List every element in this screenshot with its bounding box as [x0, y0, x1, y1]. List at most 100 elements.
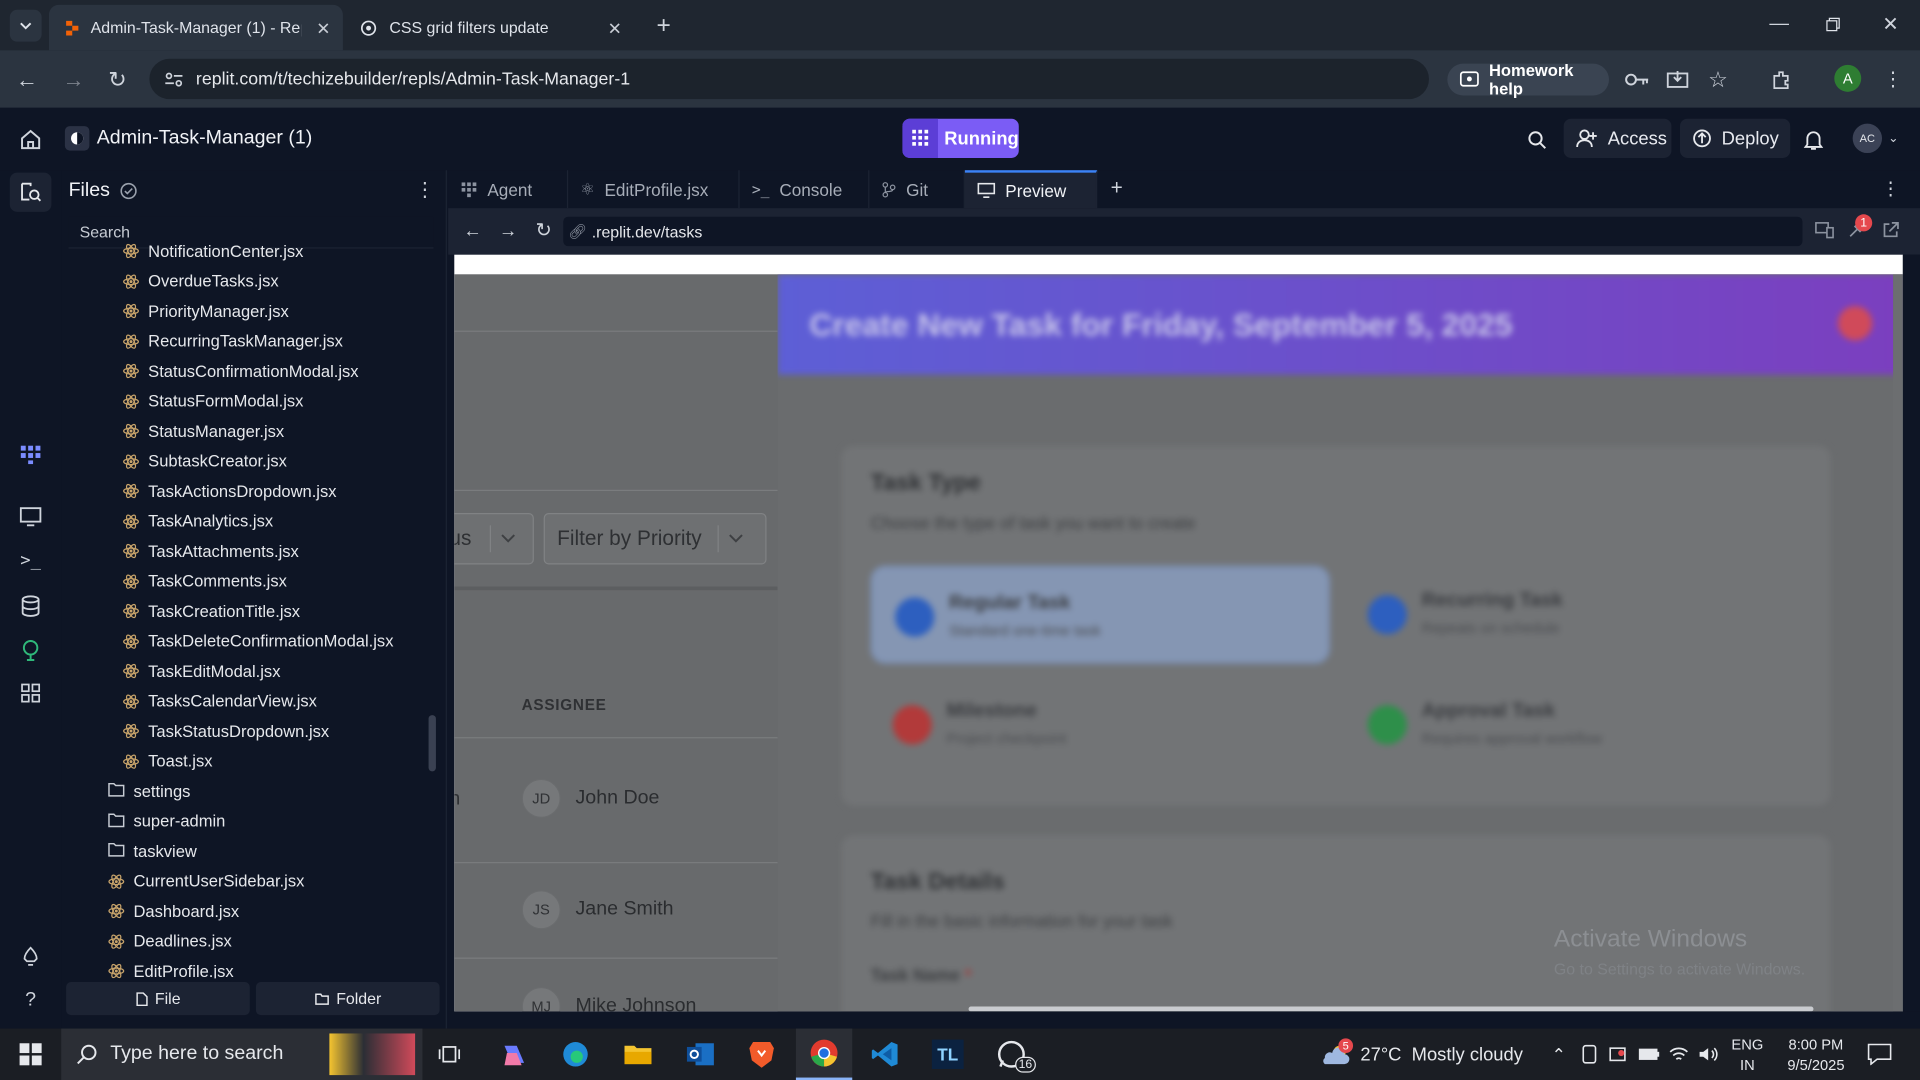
bookmark-star-icon[interactable]: ☆ [1704, 66, 1731, 93]
option-approval-task[interactable]: Approval Task Requires approval workflow [1345, 675, 1805, 774]
tray-meet-icon[interactable] [1608, 1029, 1630, 1080]
teamlogger-icon[interactable]: TL [926, 1029, 970, 1080]
file-tree-item[interactable]: TaskCreationTitle.jsx [122, 596, 300, 625]
restore-icon[interactable] [1817, 10, 1849, 39]
password-key-icon[interactable] [1624, 66, 1651, 93]
wifi-icon[interactable] [1668, 1029, 1690, 1080]
new-tab-icon[interactable]: + [649, 11, 678, 40]
option-milestone[interactable]: Milestone Project checkpoint [870, 675, 1330, 774]
all-tools-icon[interactable] [17, 680, 44, 707]
tray-device-icon[interactable] [1580, 1029, 1600, 1080]
option-regular-task[interactable]: Regular Task Standard one-time task [870, 565, 1330, 664]
forward-icon[interactable]: → [59, 65, 88, 94]
file-tree-item[interactable]: EditProfile.jsx [108, 956, 234, 978]
site-info-icon[interactable] [164, 70, 184, 87]
open-new-window-icon[interactable] [1880, 219, 1902, 241]
file-tree-item[interactable]: StatusFormModal.jsx [122, 386, 303, 415]
preview-tool-icon[interactable] [17, 503, 44, 530]
database-tool-icon[interactable] [17, 593, 44, 620]
files-menu-icon[interactable]: ⋮ [414, 178, 436, 202]
file-tree-item[interactable]: RecurringTaskManager.jsx [122, 326, 343, 355]
windows-start-icon[interactable] [0, 1029, 61, 1080]
home-icon[interactable] [17, 126, 44, 153]
outlook-icon[interactable] [678, 1029, 722, 1080]
file-tree-item[interactable]: TaskActionsDropdown.jsx [122, 476, 337, 505]
file-tree-item[interactable]: taskview [108, 836, 197, 865]
tab-editprofile[interactable]: ⚛ EditProfile.jsx [568, 170, 740, 209]
brave-browser-icon[interactable] [740, 1029, 784, 1080]
running-button[interactable]: Running [902, 118, 1019, 158]
agent-tool-icon[interactable] [17, 441, 44, 468]
table-row[interactable]: MJ Mike Johnson [521, 986, 696, 1012]
volume-icon[interactable] [1697, 1029, 1719, 1080]
tab-console[interactable]: >_ Console [740, 170, 870, 209]
edge-browser-icon[interactable] [553, 1029, 597, 1080]
preview-scrollbar[interactable] [1893, 274, 1903, 1012]
file-explorer-icon[interactable] [616, 1029, 660, 1080]
preview-reload-icon[interactable]: ↻ [531, 218, 555, 242]
file-tree-item[interactable]: StatusConfirmationModal.jsx [122, 356, 359, 385]
user-menu[interactable]: AC ⌄ [1852, 123, 1898, 154]
browser-tab-css[interactable]: CSS grid filters update ✕ [345, 5, 639, 50]
file-tree-item[interactable]: TaskStatusDropdown.jsx [122, 716, 329, 745]
vscode-icon[interactable] [863, 1029, 907, 1080]
files-panel-icon[interactable] [9, 172, 52, 212]
taskbar-search-box[interactable]: Type here to search [61, 1028, 423, 1080]
new-file-button[interactable]: File [66, 982, 250, 1016]
file-tree-item[interactable]: settings [108, 776, 190, 805]
weather-text[interactable]: 27°C Mostly cloudy [1360, 1029, 1524, 1080]
chrome-browser-icon[interactable] [795, 1028, 853, 1080]
install-app-icon[interactable] [1664, 66, 1691, 93]
preview-url-input[interactable]: 🔗︎ .replit.dev/tasks [563, 216, 1803, 247]
tab-agent[interactable]: Agent [448, 170, 569, 209]
tab-search-icon[interactable] [9, 9, 42, 42]
table-row[interactable]: JS Jane Smith [521, 890, 674, 930]
extensions-icon[interactable] [1768, 66, 1795, 93]
tab-git[interactable]: Git [869, 170, 965, 209]
file-tree-item[interactable]: CurrentUserSidebar.jsx [108, 866, 304, 895]
back-icon[interactable]: ← [12, 65, 41, 94]
preview-back-icon[interactable]: ← [460, 218, 484, 242]
homework-help-button[interactable]: Homework help [1447, 61, 1609, 98]
table-row[interactable]: JD John Doe [521, 778, 659, 818]
battery-icon[interactable] [1638, 1029, 1660, 1080]
task-view-icon[interactable] [431, 1029, 468, 1080]
deploy-button[interactable]: Deploy [1680, 118, 1791, 158]
help-icon[interactable]: ? [17, 987, 44, 1014]
file-tree-item[interactable]: PriorityManager.jsx [122, 296, 289, 325]
file-tree-item[interactable]: Deadlines.jsx [108, 926, 232, 955]
file-tree-item[interactable]: SubtaskCreator.jsx [122, 446, 287, 475]
file-tree-item[interactable]: TaskComments.jsx [122, 566, 287, 595]
whatsapp-icon[interactable]: 16 [987, 1029, 1036, 1080]
close-tab-icon[interactable]: ✕ [608, 18, 622, 39]
show-hidden-icons-icon[interactable]: ⌃ [1548, 1029, 1570, 1080]
help-support-icon[interactable] [17, 943, 44, 970]
search-icon[interactable] [1523, 126, 1550, 153]
status-filter-select[interactable]: us [454, 513, 534, 565]
file-tree-item[interactable]: StatusManager.jsx [122, 416, 284, 445]
file-tree-item[interactable]: Dashboard.jsx [108, 896, 239, 925]
minimize-icon[interactable]: — [1763, 10, 1795, 39]
workspace-menu-icon[interactable]: ⋮ [1881, 176, 1901, 200]
browser-tab-replit[interactable]: Admin-Task-Manager (1) - Repl ✕ [48, 4, 343, 51]
close-tab-icon[interactable]: ✕ [316, 18, 330, 39]
new-folder-button[interactable]: Folder [255, 982, 440, 1016]
file-tree-item[interactable]: TaskAnalytics.jsx [122, 506, 273, 535]
close-modal-button[interactable] [1837, 306, 1873, 341]
file-tree-item[interactable]: TaskAttachments.jsx [122, 536, 299, 565]
project-title[interactable]: Admin-Task-Manager (1) [64, 122, 312, 154]
file-tree-item[interactable]: Toast.jsx [122, 746, 212, 775]
reload-icon[interactable]: ↻ [103, 65, 132, 94]
preview-forward-icon[interactable]: → [496, 218, 520, 242]
devices-icon[interactable] [1813, 219, 1835, 241]
file-tree-scrollbar[interactable] [428, 715, 436, 772]
profile-avatar[interactable]: A [1834, 64, 1862, 92]
copilot-icon[interactable] [492, 1029, 536, 1080]
notifications-bell-icon[interactable] [1800, 126, 1827, 153]
file-tree-item[interactable]: super-admin [108, 806, 225, 835]
tab-preview[interactable]: Preview [964, 170, 1098, 209]
address-bar[interactable]: replit.com/t/techizebuilder/repls/Admin-… [149, 58, 1429, 100]
browser-menu-icon[interactable]: ⋮ [1881, 66, 1905, 93]
file-tree-item[interactable]: TaskEditModal.jsx [122, 656, 280, 685]
clock[interactable]: 8:00 PM 9/5/2025 [1773, 1029, 1859, 1080]
